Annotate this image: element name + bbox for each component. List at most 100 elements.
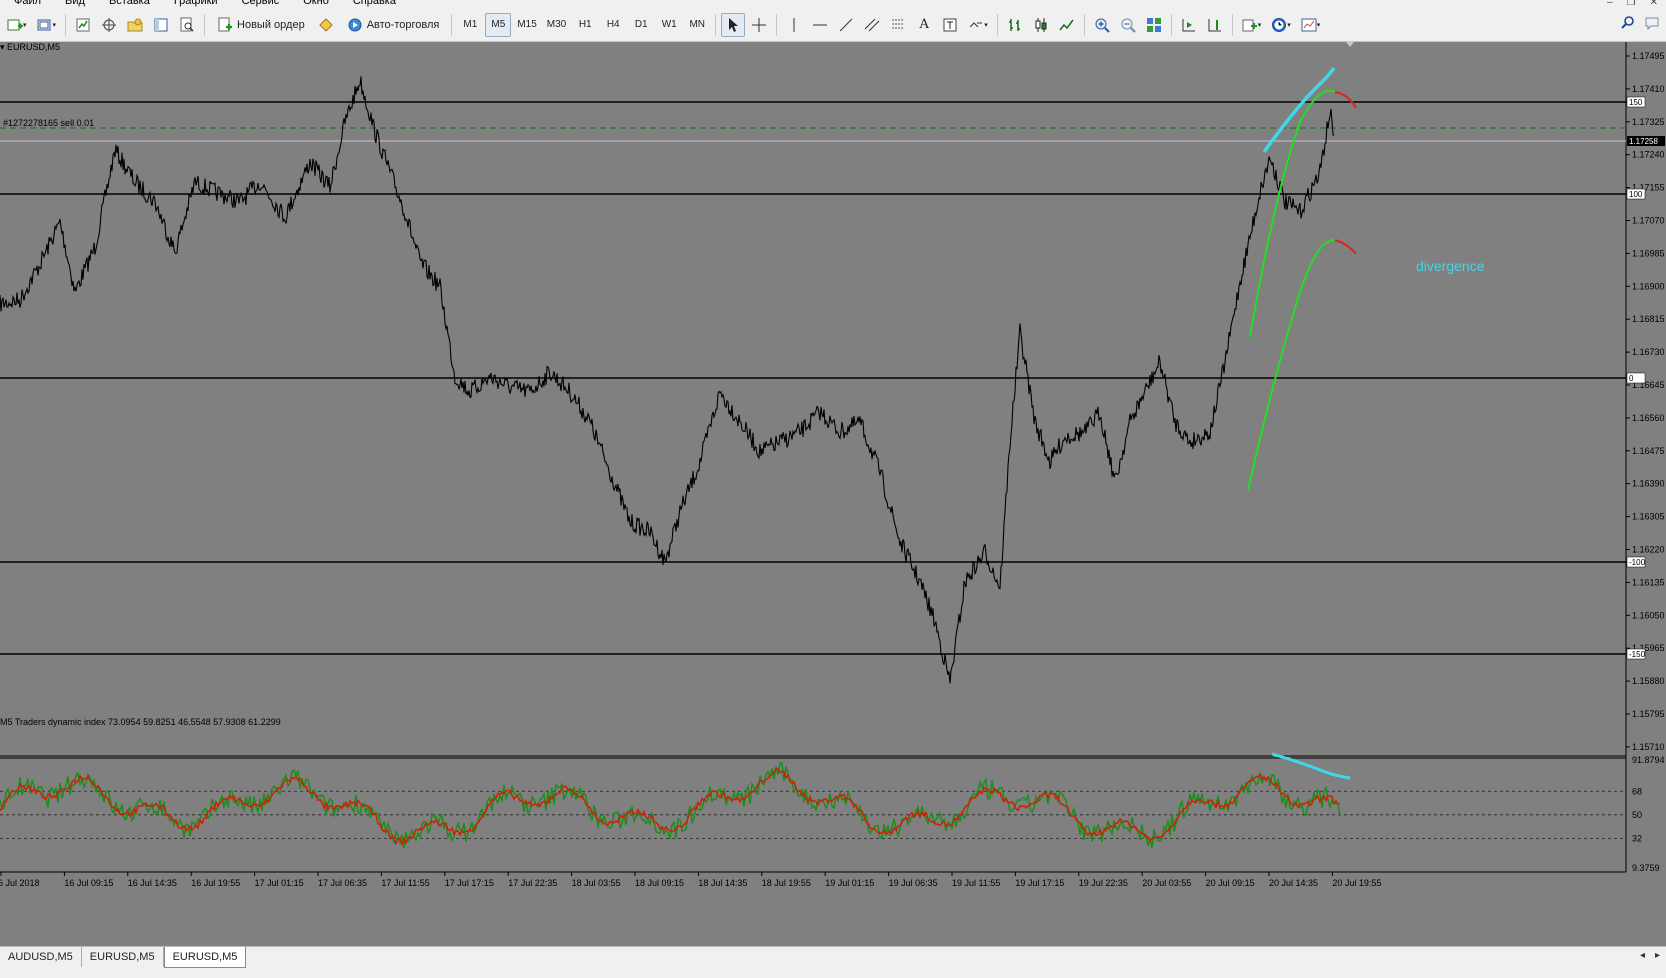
scroll-left-icon[interactable]: ◂ [1640,950,1645,961]
toolbar-separator [996,13,998,36]
period-m5-button[interactable]: M5 [485,12,512,37]
indicator-axis-label: 91.8794 [1632,755,1665,765]
search-icon [1620,15,1636,31]
menu-help[interactable]: Справка [339,0,406,8]
text-label-button[interactable] [938,13,962,37]
terminal-button[interactable] [123,13,147,37]
tab-eurusd-m5-active[interactable]: EURUSD,M5 [163,947,247,968]
chart-shift-marker[interactable] [1346,42,1354,47]
toolbar-separator [1170,13,1172,36]
data-window-button[interactable] [149,13,173,37]
toolbar-separator [65,13,67,36]
zoom-in-button[interactable] [1090,13,1114,37]
chart-canvas[interactable]: 1.174951.174101.173251.172401.171551.170… [0,42,1666,946]
lower-band-turn [1334,239,1357,255]
period-h4-button[interactable]: H4 [600,13,626,37]
level-label: -100 [1629,558,1646,567]
menu-window[interactable]: Окно [289,0,339,8]
fibonacci-icon [890,17,906,33]
level-label: -150 [1629,650,1646,659]
menu-tools[interactable]: Сервис [228,0,290,8]
menu-view[interactable]: Вид [51,0,95,8]
auto-scroll-button[interactable] [1177,13,1201,37]
strategy-tester-button[interactable] [175,13,199,37]
templates-button[interactable]: ▾ [1297,13,1325,37]
bar-chart-button[interactable] [1003,13,1027,37]
price-tick-label: 1.17495 [1632,51,1665,61]
indicator-label: M5 Traders dynamic index 73.0954 59.8251… [0,717,281,727]
time-tick-label: 18 Jul 14:35 [698,878,747,888]
period-w1-button[interactable]: W1 [656,13,682,37]
divergence-price-line[interactable] [1262,67,1336,154]
time-tick-label: 16 Jul 2018 [0,878,40,888]
arrows-button[interactable]: ▾ [964,13,992,37]
arrow-cursor-icon [725,17,741,33]
period-m30-button[interactable]: M30 [543,13,570,37]
divergence-annotation[interactable]: divergence [1416,258,1485,274]
chart-shift-button[interactable] [1203,13,1227,37]
period-h1-button[interactable]: H1 [572,13,598,37]
time-tick-label: 17 Jul 22:35 [508,878,557,888]
zoom-out-button[interactable] [1116,13,1140,37]
time-tick-label: 19 Jul 17:15 [1015,878,1064,888]
market-watch-button[interactable] [71,13,95,37]
time-tick-label: 19 Jul 01:15 [825,878,874,888]
candles-icon [1033,17,1049,33]
menu-charts[interactable]: Графики [160,0,228,8]
time-tick-label: 17 Jul 06:35 [318,878,367,888]
tab-eurusd-m5[interactable]: EURUSD,M5 [82,947,164,967]
period-mn-button[interactable]: MN [684,13,710,37]
text-tool-button[interactable]: A [912,13,936,37]
price-tick-label: 1.17325 [1632,117,1665,127]
menu-file[interactable]: Файл [0,0,51,8]
restore-icon[interactable]: ❐ [1627,0,1636,8]
navigator-button[interactable] [97,13,121,37]
indicator-axis-label: 68 [1632,786,1642,796]
folder-star-icon [127,17,143,33]
chat-button[interactable] [1644,15,1660,34]
time-tick-label: 18 Jul 03:55 [572,878,621,888]
horizontal-line-button[interactable] [808,13,832,37]
menu-insert[interactable]: Вставка [95,0,160,8]
toolbar-separator [1083,13,1085,36]
toolbar-separator [204,13,206,36]
trendline-button[interactable] [834,13,858,37]
close-icon[interactable]: ✕ [1650,0,1658,8]
time-tick-label: 20 Jul 09:15 [1206,878,1255,888]
equidistant-channel-button[interactable] [860,13,884,37]
indicator-axis-label: 32 [1632,833,1642,843]
text-label-icon [942,17,958,33]
cursor-tool-button[interactable] [721,12,746,37]
toolbar-separator [715,13,717,36]
period-d1-button[interactable]: D1 [628,13,654,37]
price-tick-label: 1.16560 [1632,413,1665,423]
indicators-button[interactable]: ▾ [1238,13,1266,37]
level-label: 0 [1629,374,1634,383]
meta-editor-button[interactable] [314,13,338,37]
time-tick-label: 19 Jul 06:35 [889,878,938,888]
price-tick-label: 1.17070 [1632,216,1665,226]
minimize-icon[interactable]: – [1607,0,1613,8]
price-tick-label: 1.16305 [1632,512,1665,522]
vertical-line-button[interactable] [782,13,806,37]
new-chart-button[interactable]: ▾ [3,13,31,37]
auto-trading-button[interactable]: Авто-торговля [340,13,447,37]
period-m15-button[interactable]: M15 [513,13,540,37]
new-order-button[interactable]: Новый ордер [210,13,312,37]
period-m1-button[interactable]: M1 [457,13,483,37]
fibonacci-button[interactable] [886,13,910,37]
tab-audusd-m5[interactable]: AUDUSD,M5 [0,947,82,967]
order-label[interactable]: #1272278165 sell 0.01 [3,118,94,128]
candles-button[interactable] [1029,13,1053,37]
periods-clock-button[interactable]: ▾ [1267,13,1295,37]
crosshair-tool-button[interactable] [747,13,771,37]
chart-window[interactable]: 1.17495 1.17410 1.17325 1.17240 1.17155 1.170… [0,42,1666,946]
search-button[interactable] [1620,15,1636,34]
time-tick-label: 17 Jul 11:55 [381,878,429,888]
clock-icon [1271,17,1287,33]
tile-windows-button[interactable] [1142,13,1166,37]
profiles-button[interactable]: ▾ [33,13,61,37]
scroll-right-icon[interactable]: ▸ [1655,950,1660,961]
line-chart-button[interactable] [1055,13,1079,37]
price-tick-label: 1.15880 [1632,676,1665,686]
